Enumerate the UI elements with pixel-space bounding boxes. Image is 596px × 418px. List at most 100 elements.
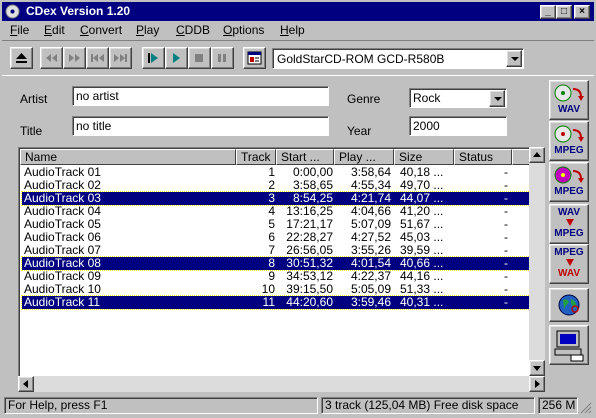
scroll-right-button[interactable] xyxy=(529,376,545,392)
cddb-globe-icon xyxy=(558,294,580,316)
play-icon xyxy=(148,53,158,63)
table-row[interactable]: AudioTrack 11 11 44:20,60 3:59,46 40,31 ... - xyxy=(21,295,531,310)
wav-to-mpeg-icon xyxy=(566,219,574,226)
status-track-info: 3 track (125,04 MB) Free disk space xyxy=(321,397,535,414)
rip-to-wav-label: WAV xyxy=(557,104,581,115)
mpeg-to-wav-label-top: MPEG xyxy=(554,247,584,258)
wav-to-mpeg-label-bottom: MPEG xyxy=(554,228,584,239)
vertical-scrollbar[interactable] xyxy=(529,147,545,376)
configure-button[interactable] xyxy=(549,325,589,365)
arrow-up-icon xyxy=(533,152,541,157)
skip-back-button[interactable] xyxy=(86,47,109,69)
close-button[interactable]: × xyxy=(574,5,590,19)
rip-to-wav-button[interactable]: WAV xyxy=(549,80,589,120)
scroll-left-button[interactable] xyxy=(18,376,34,392)
track-list[interactable]: Name Track Start ... Play ... Size Statu… xyxy=(18,147,545,392)
column-header-track[interactable]: Track xyxy=(236,149,276,165)
chevron-down-icon[interactable] xyxy=(506,50,522,67)
column-header-size[interactable]: Size xyxy=(394,149,454,165)
artist-value: no artist xyxy=(76,89,119,103)
column-header-start[interactable]: Start ... xyxy=(276,149,334,165)
mpeg-to-wav-label-bottom: WAV xyxy=(557,268,581,279)
pause-icon xyxy=(218,54,226,62)
arrow-left-icon xyxy=(23,380,28,388)
toolbar: GoldStarCD-ROM GCD-R580B xyxy=(2,40,594,76)
stop-icon xyxy=(195,54,203,62)
eject-icon xyxy=(16,53,27,63)
pause-button[interactable] xyxy=(211,47,234,69)
stop-button[interactable] xyxy=(188,47,211,69)
menu-play[interactable]: Play xyxy=(136,23,159,37)
menu-edit[interactable]: Edit xyxy=(44,23,65,37)
play-selection-icon xyxy=(173,53,180,63)
title-bar[interactable]: CDex Version 1.20 _ □ × xyxy=(2,2,594,21)
genre-select[interactable]: Rock xyxy=(409,88,507,108)
title-label: Title xyxy=(20,124,43,138)
status-bar: For Help, press F1 3 track (125,04 MB) F… xyxy=(2,396,594,416)
arrow-right-icon xyxy=(535,380,540,388)
cd-drive-value: GoldStarCD-ROM GCD-R580B xyxy=(277,52,445,66)
cell-start: 44:20,60 xyxy=(286,295,333,309)
scroll-down-button[interactable] xyxy=(529,360,545,376)
rip-direct-mpeg-button[interactable]: MPEG xyxy=(549,162,589,202)
rip-to-mpeg-button[interactable]: MPEG xyxy=(549,121,589,161)
cddb-query-button[interactable] xyxy=(549,288,589,322)
cd-info-button[interactable] xyxy=(243,47,266,69)
status-free-space: 256 M xyxy=(538,397,578,414)
column-header-filler xyxy=(512,149,530,165)
title-value: no title xyxy=(76,119,112,133)
cell-play: 3:59,46 xyxy=(350,295,391,309)
column-header-play[interactable]: Play ... xyxy=(334,149,394,165)
cd-to-wav-icon xyxy=(554,84,584,102)
cell-status: - xyxy=(504,256,508,270)
prev-track-button[interactable] xyxy=(40,47,63,69)
play-selection-button[interactable] xyxy=(165,47,188,69)
skip-forward-button[interactable] xyxy=(109,47,132,69)
status-help-text: For Help, press F1 xyxy=(4,397,318,414)
column-header-name[interactable]: Name xyxy=(20,149,236,165)
cell-size: 40,31 ... xyxy=(400,295,444,309)
next-track-icon xyxy=(69,54,80,62)
cdex-app-icon[interactable] xyxy=(5,4,20,19)
prev-track-icon xyxy=(46,54,57,62)
skip-forward-icon xyxy=(114,54,127,62)
wav-to-mpeg-button[interactable]: WAV MPEG xyxy=(549,204,589,244)
horizontal-scrollbar[interactable] xyxy=(18,376,545,392)
menu-cddb[interactable]: CDDB xyxy=(176,23,210,37)
skip-back-icon xyxy=(91,54,104,62)
cell-status: - xyxy=(504,282,508,296)
year-value: 2000 xyxy=(413,119,440,133)
cell-status: - xyxy=(504,295,508,309)
wav-to-mpeg-label-top: WAV xyxy=(557,207,581,218)
cd-info-icon xyxy=(247,51,262,65)
arrow-down-icon xyxy=(533,366,541,371)
rip-to-mpeg-label: MPEG xyxy=(554,145,584,156)
menu-convert[interactable]: Convert xyxy=(80,23,122,37)
window-title: CDex Version 1.20 xyxy=(26,4,131,18)
cdex-window: { "window": { "title": "CDex Version 1.2… xyxy=(0,0,596,418)
scroll-up-button[interactable] xyxy=(529,147,545,163)
menu-bar: File Edit Convert Play CDDB Options Help xyxy=(2,21,594,40)
play-button[interactable] xyxy=(142,47,165,69)
artist-field[interactable]: no artist xyxy=(72,86,329,106)
cd-drive-select[interactable]: GoldStarCD-ROM GCD-R580B xyxy=(272,48,524,69)
menu-file[interactable]: File xyxy=(10,23,29,37)
menu-options[interactable]: Options xyxy=(223,23,264,37)
column-header-status[interactable]: Status xyxy=(454,149,512,165)
year-field[interactable]: 2000 xyxy=(409,116,507,136)
cell-name: AudioTrack 11 xyxy=(24,295,101,309)
cd-to-mpeg-icon xyxy=(554,125,584,143)
cell-status: - xyxy=(504,230,508,244)
cell-status: - xyxy=(504,204,508,218)
maximize-button[interactable]: □ xyxy=(556,5,572,19)
cell-status: - xyxy=(504,165,508,179)
menu-help[interactable]: Help xyxy=(280,23,305,37)
eject-button[interactable] xyxy=(10,47,33,69)
cell-status: - xyxy=(504,217,508,231)
next-track-button[interactable] xyxy=(63,47,86,69)
chevron-down-icon[interactable] xyxy=(489,90,505,107)
minimize-button[interactable]: _ xyxy=(540,5,556,19)
title-field[interactable]: no title xyxy=(72,116,329,136)
mpeg-to-wav-button[interactable]: MPEG WAV xyxy=(549,244,589,284)
resize-grip-icon[interactable] xyxy=(580,402,592,414)
